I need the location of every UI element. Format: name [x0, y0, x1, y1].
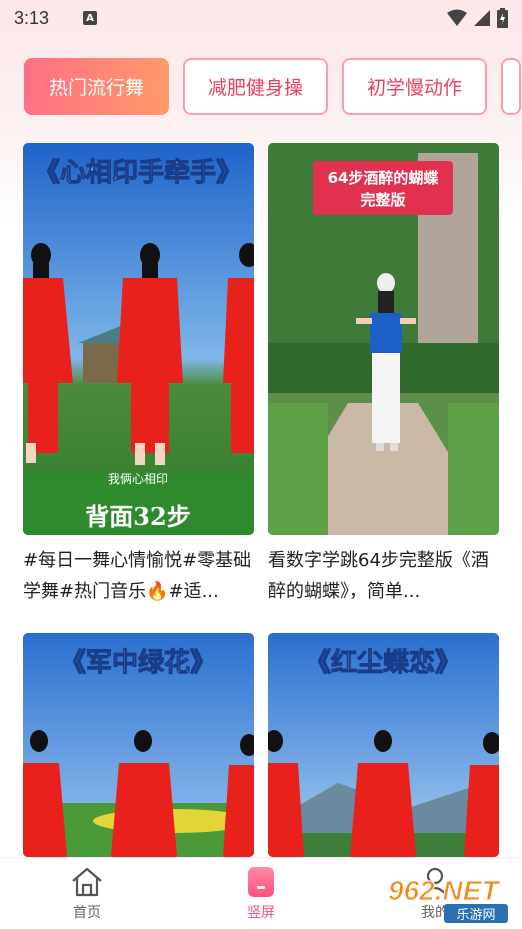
video-card[interactable]: 《红尘蝶恋》 — [268, 633, 499, 857]
category-tabs: 热门流行舞 减肥健身操 初学慢动作 — [24, 58, 522, 115]
video-thumbnail[interactable]: 《心相印手牵手》 我俩心相印 背面32步 — [23, 143, 254, 535]
thumbnail-title-line2: 完整版 — [360, 191, 405, 209]
status-bar: 3:13 A — [0, 0, 522, 36]
video-thumbnail[interactable]: 《红尘蝶恋》 — [268, 633, 499, 857]
signal-icon — [474, 10, 490, 26]
battery-icon — [497, 8, 508, 28]
tab-more-peek[interactable] — [501, 58, 521, 115]
notification-icon: A — [83, 11, 98, 25]
thumbnail-title: 64步酒醉的蝴蝶 — [328, 169, 440, 187]
video-card[interactable]: 《心相印手牵手》 我俩心相印 背面32步 #每日一舞心情愉悦#零基础学舞#热门音… — [23, 143, 254, 607]
vertical-video-icon — [248, 866, 274, 897]
video-caption[interactable]: 看数字学跳64步完整版《酒醉的蝴蝶》，简单... — [268, 545, 499, 607]
nav-label-home: 首页 — [73, 904, 101, 921]
tab-fitness-aerobics[interactable]: 减肥健身操 — [183, 58, 328, 115]
watermark-sub: 乐游网 — [456, 907, 495, 922]
status-icons — [447, 8, 508, 28]
nav-item-vertical[interactable]: 竖屏 — [174, 858, 348, 929]
video-card[interactable]: 64步酒醉的蝴蝶 完整版 看数字学跳64步完整版《酒醉的蝴蝶》，简单... — [268, 143, 499, 607]
thumbnail-title: 《心相印手牵手》 — [34, 158, 242, 188]
video-thumbnail[interactable]: 64步酒醉的蝴蝶 完整版 — [268, 143, 499, 535]
thumbnail-bottom-label: 背面32步 — [85, 502, 190, 531]
tab-beginner-slow-motion[interactable]: 初学慢动作 — [342, 58, 487, 115]
wifi-icon — [447, 9, 467, 26]
video-caption[interactable]: #每日一舞心情愉悦#零基础学舞#热门音乐🔥#适... — [23, 545, 254, 607]
site-watermark: 962.NET 乐游网 — [388, 875, 508, 923]
home-icon — [72, 867, 102, 896]
thumbnail-subtitle: 我俩心相印 — [108, 472, 168, 486]
tab-hot-popular-dance[interactable]: 热门流行舞 — [24, 58, 169, 115]
thumbnail-title: 《军中绿花》 — [60, 648, 216, 678]
nav-item-home[interactable]: 首页 — [0, 858, 174, 929]
nav-label-vertical: 竖屏 — [247, 904, 275, 921]
status-time: 3:13 — [14, 7, 50, 28]
video-card[interactable]: 《军中绿花》 — [23, 633, 254, 857]
thumbnail-title: 《红尘蝶恋》 — [305, 647, 461, 678]
watermark-logo: 962.NET — [388, 875, 501, 906]
video-thumbnail[interactable]: 《军中绿花》 — [23, 633, 254, 857]
